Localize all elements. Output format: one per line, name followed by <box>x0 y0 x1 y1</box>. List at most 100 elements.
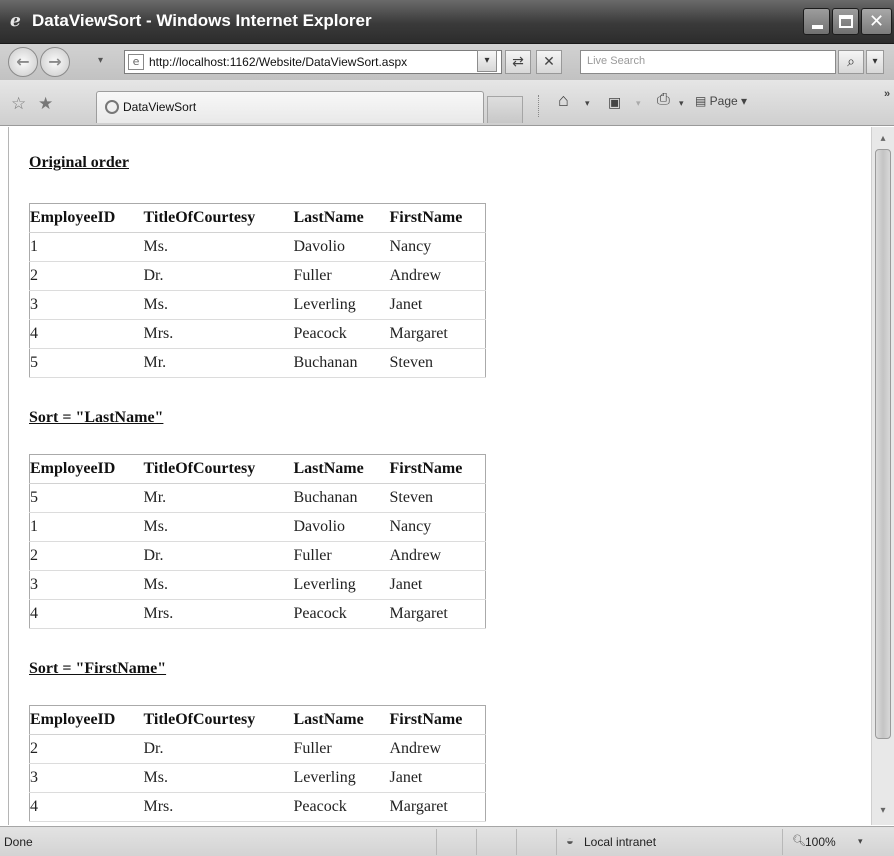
intranet-zone-icon: ◒ <box>566 833 574 848</box>
table-cell: Steven <box>389 348 486 378</box>
refresh-icon: ⇄ <box>512 54 524 70</box>
table-cell: Nancy <box>389 512 486 542</box>
home-icon[interactable]: ⌂ <box>558 90 569 111</box>
print-icon[interactable]: ⎙ <box>657 91 670 109</box>
table-cell: Nancy <box>389 232 486 262</box>
section-title: Sort = "LastName" <box>29 409 164 426</box>
table-cell: Mrs. <box>143 319 294 349</box>
scrollbar-thumb[interactable] <box>875 149 891 739</box>
chevron-down-icon: ▾ <box>484 55 490 66</box>
recent-pages-dropdown[interactable]: ▾ <box>98 55 103 66</box>
minimize-button[interactable] <box>803 8 830 35</box>
employee-table-sorted-lastname: EmployeeID TitleOfCourtesy LastName Firs… <box>29 454 486 629</box>
section-title: Sort = "FirstName" <box>29 660 167 677</box>
table-cell: 3 <box>29 763 144 793</box>
column-header: EmployeeID <box>29 203 144 233</box>
status-divider <box>556 829 557 855</box>
column-header: LastName <box>293 705 390 735</box>
table-row: 4 Mrs. Peacock Margaret <box>29 792 486 822</box>
close-button[interactable]: ✕ <box>861 8 892 35</box>
table-cell: 5 <box>29 483 144 513</box>
column-header: TitleOfCourtesy <box>143 203 294 233</box>
table-cell: Andrew <box>389 541 486 571</box>
table-cell: 2 <box>29 734 144 764</box>
home-dropdown-icon[interactable]: ▾ <box>585 98 590 109</box>
vertical-scrollbar[interactable]: ▴ ▾ <box>871 127 894 825</box>
page-menu-button[interactable]: ▤ Page ▾ <box>695 94 747 108</box>
column-header: TitleOfCourtesy <box>143 705 294 735</box>
table-row: 3 Ms. Leverling Janet <box>29 763 486 793</box>
table-cell: Mr. <box>143 483 294 513</box>
table-row: 4 Mrs. Peacock Margaret <box>29 599 486 629</box>
table-cell: Mr. <box>143 348 294 378</box>
favorites-star-icon[interactable]: ☆ <box>11 94 26 114</box>
table-cell: Leverling <box>293 763 390 793</box>
feeds-dropdown-icon[interactable]: ▾ <box>636 98 641 109</box>
table-cell: 3 <box>29 570 144 600</box>
zoom-dropdown-icon[interactable]: ▾ <box>858 836 863 847</box>
tab-dataviewsort[interactable]: DataViewSort <box>96 91 484 123</box>
forward-button[interactable]: → <box>40 47 70 77</box>
address-field[interactable]: e http://localhost:1162/Website/DataView… <box>124 50 502 74</box>
title-bar: ℯ DataViewSort - Windows Internet Explor… <box>0 0 894 44</box>
command-bar: ☆ ★ DataViewSort ⌂ ▾ ▣ ▾ ⎙ ▾ ▤ Page ▾ » <box>0 80 894 126</box>
feeds-icon[interactable]: ▣ <box>608 94 621 111</box>
security-zone-label: Local intranet <box>584 835 657 849</box>
table-row: 2 Dr. Fuller Andrew <box>29 541 486 571</box>
table-cell: Dr. <box>143 734 294 764</box>
table-cell: Davolio <box>293 512 390 542</box>
table-cell: Dr. <box>143 541 294 571</box>
address-dropdown-button[interactable]: ▾ <box>477 50 497 72</box>
zoom-icon[interactable]: 🔍︎ <box>792 834 806 847</box>
ie-logo-icon: ℯ <box>10 11 21 31</box>
add-favorites-icon[interactable]: ★ <box>38 94 53 114</box>
column-header: EmployeeID <box>29 705 144 735</box>
column-header: LastName <box>293 454 390 484</box>
table-cell: Peacock <box>293 792 390 822</box>
window-title: DataViewSort - Windows Internet Explorer <box>32 11 372 30</box>
table-cell: 2 <box>29 541 144 571</box>
table-cell: Ms. <box>143 232 294 262</box>
table-cell: 2 <box>29 261 144 291</box>
table-cell: Mrs. <box>143 792 294 822</box>
table-row: 5 Mr. Buchanan Steven <box>29 483 486 513</box>
chevron-down-icon: ▾ <box>872 56 878 67</box>
new-tab-button[interactable] <box>487 96 523 123</box>
column-header: TitleOfCourtesy <box>143 454 294 484</box>
toolbar-divider <box>538 95 540 117</box>
page-icon: e <box>128 54 144 70</box>
toolbar-overflow-icon[interactable]: » <box>884 88 890 100</box>
employee-table-sorted-firstname: EmployeeID TitleOfCourtesy LastName Firs… <box>29 705 486 822</box>
table-cell: Dr. <box>143 261 294 291</box>
section-original-order: Original order <box>29 154 129 172</box>
table-row: 2 Dr. Fuller Andrew <box>29 734 486 764</box>
search-options-button[interactable]: ▾ <box>866 50 884 74</box>
status-divider <box>782 829 783 855</box>
table-row: 1 Ms. Davolio Nancy <box>29 232 486 262</box>
table-cell: Ms. <box>143 290 294 320</box>
table-cell: Buchanan <box>293 483 390 513</box>
section-title: Original order <box>29 154 129 171</box>
stop-button[interactable]: ✕ <box>536 50 562 74</box>
table-cell: 1 <box>29 232 144 262</box>
forward-arrow-icon: → <box>48 52 62 71</box>
search-button[interactable]: ⌕ <box>838 50 864 74</box>
address-url: http://localhost:1162/Website/DataViewSo… <box>149 55 408 69</box>
scroll-up-icon[interactable]: ▴ <box>874 131 892 147</box>
table-row: 4 Mrs. Peacock Margaret <box>29 319 486 349</box>
print-dropdown-icon[interactable]: ▾ <box>679 98 684 109</box>
status-divider <box>436 829 437 855</box>
refresh-button[interactable]: ⇄ <box>505 50 531 74</box>
zoom-level[interactable]: 100% <box>805 835 836 849</box>
table-cell: Andrew <box>389 261 486 291</box>
tab-label: DataViewSort <box>123 100 197 114</box>
column-header: LastName <box>293 203 390 233</box>
column-header: FirstName <box>389 203 486 233</box>
status-divider <box>476 829 477 855</box>
search-input[interactable]: Live Search <box>580 50 836 74</box>
back-button[interactable]: ← <box>8 47 38 77</box>
maximize-button[interactable] <box>832 8 859 35</box>
table-cell: Margaret <box>389 599 486 629</box>
table-header-row: EmployeeID TitleOfCourtesy LastName Firs… <box>29 705 486 735</box>
scroll-down-icon[interactable]: ▾ <box>874 803 892 819</box>
